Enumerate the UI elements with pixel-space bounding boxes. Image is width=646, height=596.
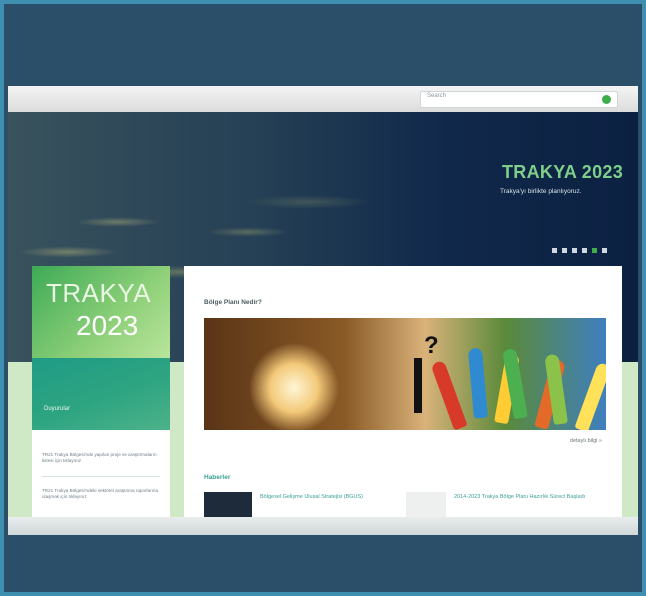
slide-dot-4[interactable] xyxy=(582,248,587,253)
search-input[interactable]: Search xyxy=(427,93,446,99)
announcements-header: Duyurular xyxy=(32,358,170,430)
divider xyxy=(42,476,160,477)
slide-dot-5[interactable] xyxy=(592,248,597,253)
sidebar: TRAKYA 2023 Duyurular TR21 Trakya Bölges… xyxy=(32,266,170,518)
news-thumbnail-1[interactable] xyxy=(204,492,252,518)
slide-dot-2[interactable] xyxy=(562,248,567,253)
hero-title: TRAKYA 2023 xyxy=(502,162,624,182)
news-item-2[interactable]: 2014-2023 Trakya Bölge Planı Hazırlık Sü… xyxy=(454,494,594,501)
announcement-item-1[interactable]: TR21 Trakya Bölgesi'nde yapılan proje ve… xyxy=(42,452,162,464)
section-heading: Bölge Planı Nedir? xyxy=(204,299,262,306)
detail-link[interactable]: detaylı bilgi » xyxy=(570,438,602,444)
logo-year: 2023 xyxy=(76,310,139,341)
announcements-title: Duyurular xyxy=(44,406,71,412)
search-box[interactable]: Search xyxy=(420,91,618,108)
person-silhouette-icon xyxy=(414,358,422,413)
question-mark-icon: ? xyxy=(424,332,439,359)
announcement-item-2[interactable]: TR21 Trakya Bölgesi'ndeki sektörel araşt… xyxy=(42,488,162,500)
sidebar-logo[interactable]: TRAKYA 2023 xyxy=(32,266,170,358)
logo-text: TRAKYA xyxy=(46,278,152,308)
slide-dot-1[interactable] xyxy=(552,248,557,253)
hands-banner-image[interactable]: ? xyxy=(204,318,606,430)
slide-dot-6[interactable] xyxy=(602,248,607,253)
news-item-1[interactable]: Bölgesel Gelişme Ulusal Stratejisi (BGUS… xyxy=(260,494,380,501)
news-thumbnail-2[interactable] xyxy=(406,492,446,518)
news-title: Haberler xyxy=(204,474,231,481)
hero-subtitle: Trakya'yı birlikte planlıyoruz. xyxy=(500,188,582,195)
search-button[interactable] xyxy=(602,95,611,104)
slider-pagination xyxy=(552,248,607,253)
top-toolbar: Search xyxy=(8,86,638,112)
slide-dot-3[interactable] xyxy=(572,248,577,253)
main-content: Bölge Planı Nedir? ? detaylı bilgi » Hab… xyxy=(184,266,622,518)
footer-band xyxy=(8,517,638,535)
